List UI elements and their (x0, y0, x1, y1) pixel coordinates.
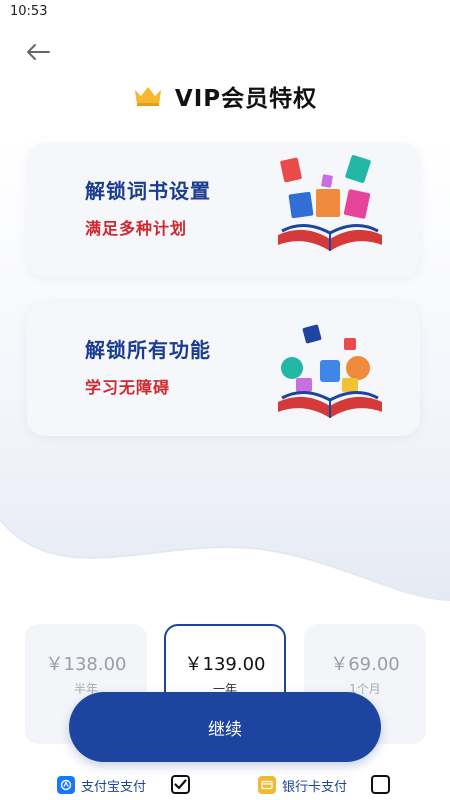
feature-card-all-functions: 解锁所有功能 学习无障碍 (27, 302, 420, 436)
bank-card-checkbox[interactable] (371, 775, 390, 794)
payment-option-bank-card[interactable]: 银行卡支付 (258, 774, 347, 796)
payment-option-alipay[interactable]: 支付宝支付 (57, 774, 146, 796)
feature-title: 解锁所有功能 (85, 338, 211, 362)
feature-subtitle: 满足多种计划 (85, 219, 188, 238)
checkmark-icon (174, 779, 187, 790)
page-title: VIP会员特权 (174, 86, 318, 112)
alipay-checkbox[interactable] (171, 775, 190, 794)
payment-label: 银行卡支付 (282, 779, 348, 795)
continue-button[interactable]: 继续 (69, 692, 381, 762)
plan-price: ￥138.00 (45, 654, 127, 675)
books-illustration-icon (278, 155, 382, 251)
plan-price: ￥139.00 (184, 654, 266, 675)
back-button[interactable] (22, 36, 54, 68)
learning-blocks-illustration-icon (278, 324, 382, 418)
feature-title: 解锁词书设置 (85, 179, 211, 203)
arrow-left-icon (27, 44, 50, 60)
alipay-icon (57, 776, 75, 794)
status-bar: 10:53 (0, 0, 450, 24)
plan-price: ￥69.00 (330, 654, 400, 675)
feature-card-wordbook: 解锁词书设置 满足多种计划 (27, 143, 420, 277)
feature-subtitle: 学习无障碍 (85, 378, 171, 397)
payment-label: 支付宝支付 (81, 779, 147, 795)
status-time: 10:53 (10, 4, 48, 19)
crown-icon (134, 87, 161, 106)
bank-card-icon (258, 776, 276, 794)
header: VIP会员特权 (0, 76, 450, 116)
